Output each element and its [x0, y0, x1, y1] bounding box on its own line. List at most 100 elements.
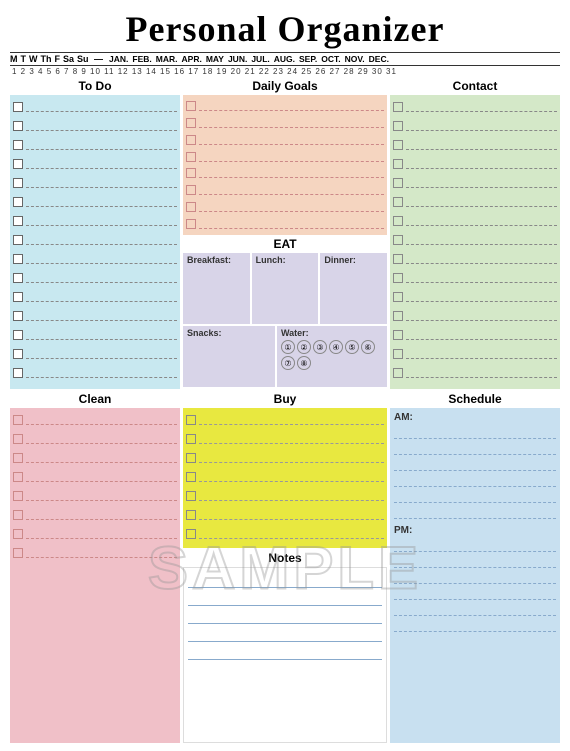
- todo-checkbox[interactable]: [13, 311, 23, 321]
- list-item[interactable]: [186, 216, 384, 232]
- todo-checkbox[interactable]: [13, 159, 23, 169]
- goal-checkbox[interactable]: [186, 152, 196, 162]
- list-item[interactable]: [13, 411, 177, 429]
- todo-checkbox[interactable]: [13, 121, 23, 131]
- water-5[interactable]: ⑤: [345, 340, 359, 354]
- water-4[interactable]: ④: [329, 340, 343, 354]
- contact-checkbox[interactable]: [393, 273, 403, 283]
- breakfast-body[interactable]: [187, 267, 246, 322]
- clean-checkbox[interactable]: [13, 453, 23, 463]
- list-item[interactable]: [13, 345, 177, 363]
- clean-checkbox[interactable]: [13, 510, 23, 520]
- list-item[interactable]: [393, 326, 557, 344]
- todo-checkbox[interactable]: [13, 349, 23, 359]
- lunch-cell[interactable]: Lunch:: [252, 253, 319, 324]
- list-item[interactable]: [186, 149, 384, 165]
- goal-checkbox[interactable]: [186, 202, 196, 212]
- list-item[interactable]: [13, 250, 177, 268]
- list-item[interactable]: [186, 468, 384, 486]
- water-6[interactable]: ⑥: [361, 340, 375, 354]
- goal-checkbox[interactable]: [186, 219, 196, 229]
- goal-checkbox[interactable]: [186, 185, 196, 195]
- list-item[interactable]: [186, 506, 384, 524]
- list-item[interactable]: [186, 449, 384, 467]
- list-item[interactable]: [13, 174, 177, 192]
- list-item[interactable]: [186, 199, 384, 215]
- todo-checkbox[interactable]: [13, 197, 23, 207]
- contact-checkbox[interactable]: [393, 216, 403, 226]
- list-item[interactable]: [186, 411, 384, 429]
- clean-checkbox[interactable]: [13, 415, 23, 425]
- list-item[interactable]: [393, 364, 557, 382]
- goal-checkbox[interactable]: [186, 101, 196, 111]
- todo-checkbox[interactable]: [13, 216, 23, 226]
- list-item[interactable]: [393, 193, 557, 211]
- list-item[interactable]: [393, 174, 557, 192]
- todo-checkbox[interactable]: [13, 273, 23, 283]
- contact-checkbox[interactable]: [393, 121, 403, 131]
- list-item[interactable]: [13, 430, 177, 448]
- todo-checkbox[interactable]: [13, 330, 23, 340]
- goal-checkbox[interactable]: [186, 118, 196, 128]
- list-item[interactable]: [393, 117, 557, 135]
- list-item[interactable]: [13, 525, 177, 543]
- list-item[interactable]: [393, 98, 557, 116]
- list-item[interactable]: [393, 136, 557, 154]
- list-item[interactable]: [13, 155, 177, 173]
- todo-checkbox[interactable]: [13, 254, 23, 264]
- list-item[interactable]: [13, 98, 177, 116]
- list-item[interactable]: [13, 288, 177, 306]
- contact-checkbox[interactable]: [393, 368, 403, 378]
- buy-checkbox[interactable]: [186, 529, 196, 539]
- list-item[interactable]: [393, 250, 557, 268]
- notes-body[interactable]: [183, 567, 387, 743]
- water-7[interactable]: ⑦: [281, 356, 295, 370]
- list-item[interactable]: [186, 525, 384, 543]
- contact-checkbox[interactable]: [393, 178, 403, 188]
- clean-checkbox[interactable]: [13, 548, 23, 558]
- todo-checkbox[interactable]: [13, 178, 23, 188]
- snacks-body[interactable]: [187, 340, 271, 385]
- lunch-body[interactable]: [256, 267, 315, 322]
- list-item[interactable]: [393, 212, 557, 230]
- buy-checkbox[interactable]: [186, 434, 196, 444]
- todo-checkbox[interactable]: [13, 140, 23, 150]
- contact-checkbox[interactable]: [393, 311, 403, 321]
- dinner-body[interactable]: [324, 267, 383, 322]
- list-item[interactable]: [13, 326, 177, 344]
- list-item[interactable]: [13, 212, 177, 230]
- list-item[interactable]: [186, 430, 384, 448]
- buy-checkbox[interactable]: [186, 453, 196, 463]
- list-item[interactable]: [186, 98, 384, 114]
- goal-checkbox[interactable]: [186, 168, 196, 178]
- goal-checkbox[interactable]: [186, 135, 196, 145]
- list-item[interactable]: [393, 269, 557, 287]
- clean-checkbox[interactable]: [13, 529, 23, 539]
- contact-checkbox[interactable]: [393, 254, 403, 264]
- clean-checkbox[interactable]: [13, 434, 23, 444]
- water-3[interactable]: ③: [313, 340, 327, 354]
- buy-checkbox[interactable]: [186, 491, 196, 501]
- list-item[interactable]: [393, 345, 557, 363]
- contact-checkbox[interactable]: [393, 235, 403, 245]
- buy-checkbox[interactable]: [186, 415, 196, 425]
- water-1[interactable]: ①: [281, 340, 295, 354]
- clean-checkbox[interactable]: [13, 472, 23, 482]
- clean-checkbox[interactable]: [13, 491, 23, 501]
- list-item[interactable]: [186, 182, 384, 198]
- contact-checkbox[interactable]: [393, 330, 403, 340]
- list-item[interactable]: [13, 487, 177, 505]
- list-item[interactable]: [186, 166, 384, 182]
- water-8[interactable]: ⑧: [297, 356, 311, 370]
- list-item[interactable]: [393, 307, 557, 325]
- list-item[interactable]: [13, 269, 177, 287]
- list-item[interactable]: [186, 487, 384, 505]
- list-item[interactable]: [13, 193, 177, 211]
- water-2[interactable]: ②: [297, 340, 311, 354]
- contact-checkbox[interactable]: [393, 292, 403, 302]
- breakfast-cell[interactable]: Breakfast:: [183, 253, 250, 324]
- buy-checkbox[interactable]: [186, 472, 196, 482]
- snacks-cell[interactable]: Snacks:: [183, 326, 275, 387]
- list-item[interactable]: [13, 117, 177, 135]
- contact-checkbox[interactable]: [393, 349, 403, 359]
